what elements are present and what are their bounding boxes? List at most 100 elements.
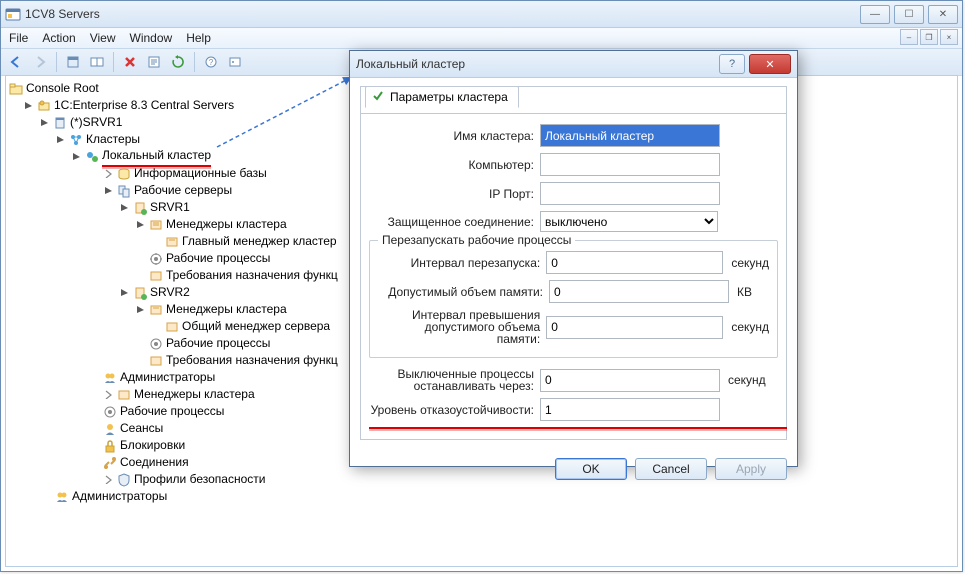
collapse-icon[interactable] bbox=[22, 100, 34, 112]
dialog-title: Локальный кластер bbox=[356, 57, 465, 71]
label-stop-disabled: Выключенные процессы останавливать через… bbox=[369, 368, 534, 392]
unit-sec-3: секунд bbox=[728, 373, 766, 387]
collapse-icon[interactable] bbox=[134, 304, 146, 316]
delete-button[interactable] bbox=[119, 51, 141, 73]
underline-fault-tolerance bbox=[369, 425, 787, 429]
refresh-button[interactable] bbox=[167, 51, 189, 73]
forward-button[interactable] bbox=[29, 51, 51, 73]
input-mem[interactable] bbox=[549, 280, 729, 303]
tab-cluster-params[interactable]: Параметры кластера bbox=[365, 86, 519, 108]
toolbar-icon-2[interactable] bbox=[86, 51, 108, 73]
database-icon bbox=[116, 166, 132, 182]
input-computer[interactable] bbox=[540, 153, 720, 176]
mdi-restore[interactable]: ❐ bbox=[920, 29, 938, 45]
mdi-close[interactable]: × bbox=[940, 29, 958, 45]
collapse-icon[interactable] bbox=[38, 117, 50, 129]
label-computer: Компьютер: bbox=[369, 158, 534, 172]
processes-icon bbox=[102, 404, 118, 420]
assignment-icon bbox=[148, 268, 164, 284]
managers-icon bbox=[148, 217, 164, 233]
users-icon bbox=[54, 489, 70, 505]
dialog-buttons: OK Cancel Apply bbox=[350, 450, 797, 488]
svg-text:?: ? bbox=[209, 58, 214, 67]
managers-icon bbox=[148, 302, 164, 318]
unit-sec-1: секунд bbox=[731, 256, 769, 270]
managers-icon bbox=[116, 387, 132, 403]
menu-help[interactable]: Help bbox=[186, 31, 211, 45]
expand-icon[interactable] bbox=[102, 389, 114, 401]
select-secure[interactable]: выключено bbox=[540, 211, 718, 232]
manager-icon bbox=[164, 319, 180, 335]
help-button[interactable]: ? bbox=[200, 51, 222, 73]
dialog-close-button[interactable]: ✕ bbox=[749, 54, 791, 74]
menu-view[interactable]: View bbox=[90, 31, 116, 45]
server-node-icon bbox=[132, 200, 148, 216]
label-port: IP Порт: bbox=[369, 187, 534, 201]
group-restart-title: Перезапускать рабочие процессы bbox=[378, 233, 575, 247]
app-icon bbox=[5, 6, 21, 22]
unit-sec-2: секунд bbox=[731, 320, 769, 334]
minimize-button[interactable]: — bbox=[860, 5, 890, 24]
titlebar: 1CV8 Servers — ☐ ✕ bbox=[1, 1, 962, 28]
label-cluster-name: Имя кластера: bbox=[369, 129, 534, 143]
group-restart: Перезапускать рабочие процессы Интервал … bbox=[369, 240, 778, 358]
dialog-titlebar: Локальный кластер ? ✕ bbox=[350, 51, 797, 78]
input-fault-tolerance[interactable] bbox=[540, 398, 720, 421]
label-mem: Допустимый объем памяти: bbox=[378, 285, 543, 299]
server-icon bbox=[52, 115, 68, 131]
cluster-dialog: Локальный кластер ? ✕ Параметры кластера… bbox=[349, 50, 798, 467]
tree-top-admins[interactable]: Администраторы bbox=[8, 488, 955, 505]
mdi-controls: – ❐ × bbox=[898, 29, 958, 45]
server-node-icon bbox=[132, 285, 148, 301]
menubar: File Action View Window Help – ❐ × bbox=[1, 28, 962, 49]
shield-icon bbox=[116, 472, 132, 488]
ok-button[interactable]: OK bbox=[555, 458, 627, 480]
properties-button[interactable] bbox=[143, 51, 165, 73]
toolbar-icon-3[interactable] bbox=[224, 51, 246, 73]
servers-icon bbox=[116, 183, 132, 199]
tab-panel: Имя кластера: Компьютер: IP Порт: Защище… bbox=[360, 114, 787, 440]
close-button[interactable]: ✕ bbox=[928, 5, 958, 24]
menu-file[interactable]: File bbox=[9, 31, 28, 45]
folder-icon bbox=[8, 81, 24, 97]
expand-icon[interactable] bbox=[102, 474, 114, 486]
input-stop-disabled[interactable] bbox=[540, 369, 720, 392]
menu-window[interactable]: Window bbox=[130, 31, 173, 45]
processes-icon bbox=[148, 251, 164, 267]
apply-button[interactable]: Apply bbox=[715, 458, 787, 480]
window-title: 1CV8 Servers bbox=[25, 7, 100, 21]
toolbar-icon-1[interactable] bbox=[62, 51, 84, 73]
sessions-icon bbox=[102, 421, 118, 437]
assignment-icon bbox=[148, 353, 164, 369]
processes-icon bbox=[148, 336, 164, 352]
cancel-button[interactable]: Cancel bbox=[635, 458, 707, 480]
users-icon bbox=[102, 370, 118, 386]
label-secure: Защищенное соединение: bbox=[369, 216, 534, 228]
collapse-icon[interactable] bbox=[54, 134, 66, 146]
connections-icon bbox=[102, 455, 118, 471]
input-port[interactable] bbox=[540, 182, 720, 205]
label-fault-tolerance: Уровень отказоустойчивости: bbox=[369, 403, 534, 417]
maximize-button[interactable]: ☐ bbox=[894, 5, 924, 24]
menu-action[interactable]: Action bbox=[42, 31, 75, 45]
collapse-icon[interactable] bbox=[118, 202, 130, 214]
input-mem-exceed[interactable] bbox=[546, 316, 723, 339]
input-interval[interactable] bbox=[546, 251, 723, 274]
mdi-minimize[interactable]: – bbox=[900, 29, 918, 45]
collapse-icon[interactable] bbox=[118, 287, 130, 299]
back-button[interactable] bbox=[5, 51, 27, 73]
collapse-icon[interactable] bbox=[102, 185, 114, 197]
collapse-icon[interactable] bbox=[70, 151, 82, 163]
label-mem-exceed: Интервал превышения допустимого объема п… bbox=[378, 309, 540, 345]
expand-icon[interactable] bbox=[102, 168, 114, 180]
dialog-help-button[interactable]: ? bbox=[719, 54, 745, 74]
label-interval: Интервал перезапуска: bbox=[378, 256, 540, 270]
unit-kb: КВ bbox=[737, 285, 752, 299]
server-root-icon bbox=[36, 98, 52, 114]
input-cluster-name[interactable] bbox=[540, 124, 720, 147]
lock-icon bbox=[102, 438, 118, 454]
manager-icon bbox=[164, 234, 180, 250]
accept-icon bbox=[372, 90, 386, 104]
clusters-icon bbox=[68, 132, 84, 148]
collapse-icon[interactable] bbox=[134, 219, 146, 231]
